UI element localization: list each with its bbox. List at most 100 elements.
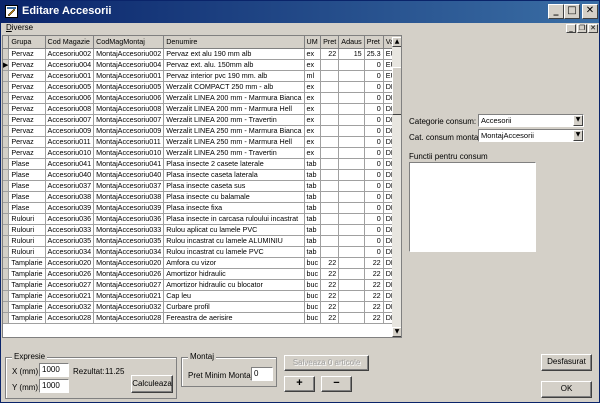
table-cell[interactable]: MontajAccesoriu028	[93, 312, 165, 324]
menu-diverse[interactable]: Diverse	[6, 23, 33, 32]
table-row[interactable]: Pervaz Accesoriu009 MontajAccesoriu009 Werz…	[3, 125, 401, 137]
mdi-minimize-button[interactable]: _	[566, 24, 576, 33]
table-cell[interactable]	[338, 224, 365, 236]
table-cell[interactable]: Werzalit LINEA 250 mm - Marmura Hell	[163, 136, 305, 148]
table-cell[interactable]: Pervaz	[8, 136, 46, 148]
table-cell[interactable]: MontajAccesoriu008	[93, 103, 165, 115]
table-row[interactable]: Pervaz Accesoriu001 MontajAccesoriu001 Perv…	[3, 70, 401, 82]
table-cell[interactable]: 22	[320, 279, 340, 291]
table-cell[interactable]: 25.3	[364, 48, 384, 60]
table-cell[interactable]: tab	[304, 235, 322, 247]
table-cell[interactable]	[320, 114, 340, 126]
table-cell[interactable]: 22	[364, 301, 384, 313]
table-cell[interactable]: MontajAccesoriu001	[93, 70, 165, 82]
table-cell[interactable]: MontajAccesoriu011	[93, 136, 165, 148]
table-cell[interactable]: Accesoriu006	[45, 92, 95, 104]
remove-row-button[interactable]: −	[321, 376, 352, 392]
table-cell[interactable]	[338, 268, 365, 280]
table-cell[interactable]: MontajAccesoriu039	[93, 202, 165, 214]
table-cell[interactable]: tab	[304, 246, 322, 258]
table-cell[interactable]: MontajAccesoriu040	[93, 169, 165, 181]
table-cell[interactable]: 0	[364, 70, 384, 82]
table-cell[interactable]	[338, 202, 365, 214]
table-cell[interactable]	[338, 235, 365, 247]
table-cell[interactable]: Pervaz	[8, 147, 46, 159]
scroll-down-button[interactable]: ▼	[392, 327, 401, 337]
table-cell[interactable]: Pervaz	[8, 103, 46, 115]
table-cell[interactable]: 0	[364, 235, 384, 247]
table-cell[interactable]: Accesoriu004	[45, 59, 95, 71]
table-cell[interactable]: 22	[364, 279, 384, 291]
table-cell[interactable]: ex	[304, 147, 322, 159]
table-cell[interactable]: Tamplarie	[8, 312, 46, 324]
table-cell[interactable]: Amortizor hidraulic cu blocator	[163, 279, 305, 291]
table-cell[interactable]: Plasa insecte 2 casete laterale	[163, 158, 305, 170]
table-cell[interactable]: buc	[304, 279, 322, 291]
table-cell[interactable]: Werzalit COMPACT 250 mm - alb	[163, 81, 305, 93]
table-cell[interactable]: Curbare profil	[163, 301, 305, 313]
table-cell[interactable]	[320, 70, 340, 82]
table-cell[interactable]: Plasa insecte caseta laterala	[163, 169, 305, 181]
table-cell[interactable]: Tamplarie	[8, 290, 46, 302]
table-cell[interactable]	[320, 235, 340, 247]
table-cell[interactable]: Accesoriu011	[45, 136, 95, 148]
table-cell[interactable]: Plase	[8, 158, 46, 170]
table-cell[interactable]: 0	[364, 202, 384, 214]
table-cell[interactable]: Accesoriu008	[45, 103, 95, 115]
table-cell[interactable]: 0	[364, 114, 384, 126]
x-mm-input[interactable]: 1000	[39, 363, 69, 377]
table-cell[interactable]: MontajAccesoriu026	[93, 268, 165, 280]
table-cell[interactable]	[338, 92, 365, 104]
table-cell[interactable]	[338, 290, 365, 302]
table-cell[interactable]: 15	[338, 48, 365, 60]
functii-consum-list[interactable]	[409, 162, 536, 252]
table-cell[interactable]: MontajAccesoriu005	[93, 81, 165, 93]
table-cell[interactable]: ex	[304, 59, 322, 71]
column-header[interactable]: CodMagMontaj	[93, 36, 165, 49]
table-cell[interactable]	[320, 169, 340, 181]
table-cell[interactable]: Accesoriu002	[45, 48, 95, 60]
table-row[interactable]: Pervaz Accesoriu002 MontajAccesoriu002 Perv…	[3, 48, 401, 60]
table-cell[interactable]: MontajAccesoriu002	[93, 48, 165, 60]
table-cell[interactable]: 0	[364, 147, 384, 159]
table-cell[interactable]: Accesoriu026	[45, 268, 95, 280]
table-row[interactable]: Plase Accesoriu039 MontajAccesoriu039 Plasa…	[3, 202, 401, 214]
table-cell[interactable]: Accesoriu027	[45, 279, 95, 291]
table-cell[interactable]: 22	[320, 268, 340, 280]
chevron-down-icon[interactable]: ▼	[573, 115, 583, 126]
table-row[interactable]: Rulouri Accesoriu036 MontajAccesoriu036 Pla…	[3, 213, 401, 225]
table-cell[interactable]: MontajAccesoriu041	[93, 158, 165, 170]
column-header[interactable]: Grupa	[8, 36, 46, 49]
table-cell[interactable]: MontajAccesoriu036	[93, 213, 165, 225]
table-cell[interactable]	[338, 191, 365, 203]
salveaza-button[interactable]: Salveaza 0 articole	[284, 355, 369, 371]
table-cell[interactable]: MontajAccesoriu009	[93, 125, 165, 137]
table-cell[interactable]: 0	[364, 158, 384, 170]
table-cell[interactable]: Pervaz	[8, 81, 46, 93]
table-cell[interactable]: 0	[364, 92, 384, 104]
table-cell[interactable]: Rulou incastrat cu lamele PVC	[163, 246, 305, 258]
table-cell[interactable]: Tamplarie	[8, 279, 46, 291]
table-cell[interactable]	[320, 202, 340, 214]
table-cell[interactable]	[338, 103, 365, 115]
table-cell[interactable]: 0	[364, 191, 384, 203]
table-cell[interactable]: 22	[320, 290, 340, 302]
table-cell[interactable]	[320, 147, 340, 159]
table-cell[interactable]	[338, 59, 365, 71]
table-cell[interactable]	[338, 136, 365, 148]
table-cell[interactable]	[338, 70, 365, 82]
close-button[interactable]: ✕	[582, 4, 598, 19]
table-cell[interactable]: Plasa insecte fixa	[163, 202, 305, 214]
table-cell[interactable]: Accesoriu032	[45, 301, 95, 313]
table-cell[interactable]	[338, 246, 365, 258]
table-row[interactable]: Pervaz Accesoriu008 MontajAccesoriu008 Werz…	[3, 103, 401, 115]
table-cell[interactable]: MontajAccesoriu032	[93, 301, 165, 313]
table-cell[interactable]: MontajAccesoriu038	[93, 191, 165, 203]
table-cell[interactable]	[320, 246, 340, 258]
table-cell[interactable]	[338, 158, 365, 170]
table-cell[interactable]: Amortizor hidraulic	[163, 268, 305, 280]
table-cell[interactable]	[338, 301, 365, 313]
mdi-restore-button[interactable]: ❐	[577, 24, 587, 33]
table-row[interactable]: Tamplarie Accesoriu028 MontajAccesoriu028 F…	[3, 312, 401, 324]
calculeaza-button[interactable]: Calculeaza	[131, 375, 173, 393]
